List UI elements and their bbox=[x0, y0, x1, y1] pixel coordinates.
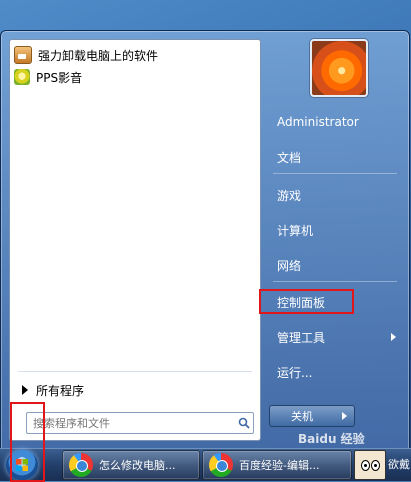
taskbar-button-label: 怎么修改电脑... bbox=[99, 459, 176, 472]
right-item-label: 控制面板 bbox=[277, 295, 326, 310]
all-programs-label: 所有程序 bbox=[36, 383, 85, 398]
all-programs-button[interactable]: 所有程序 bbox=[22, 380, 84, 400]
start-menu: 强力卸载电脑上的软件 PPS影音 所有程序 Administrator 文档 bbox=[0, 30, 410, 450]
right-item-games[interactable]: 游戏 bbox=[269, 183, 404, 207]
taskbar-button-label: 百度经验-编辑... bbox=[239, 459, 320, 472]
right-pane-divider bbox=[273, 173, 397, 174]
eye-icon bbox=[371, 460, 380, 471]
user-name-link[interactable]: Administrator bbox=[269, 110, 404, 134]
user-name: Administrator bbox=[277, 115, 359, 129]
start-menu-left-pane: 强力卸载电脑上的软件 PPS影音 所有程序 bbox=[9, 39, 261, 441]
shutdown-options-button[interactable] bbox=[334, 405, 355, 427]
submenu-arrow-icon bbox=[391, 333, 396, 341]
right-item-control-panel[interactable]: 控制面板 bbox=[269, 290, 404, 314]
left-pane-divider bbox=[18, 371, 252, 372]
start-button[interactable] bbox=[6, 450, 38, 480]
eye-icon bbox=[361, 460, 370, 471]
triangle-right-icon bbox=[22, 385, 28, 395]
windows-logo-icon bbox=[16, 459, 28, 471]
chevron-right-icon bbox=[341, 412, 347, 420]
user-avatar[interactable] bbox=[310, 39, 368, 97]
right-item-documents[interactable]: 文档 bbox=[269, 145, 404, 169]
right-item-label: 运行... bbox=[277, 365, 313, 380]
pinned-item-label: PPS影音 bbox=[36, 70, 83, 85]
taskbar-button-2[interactable]: 百度经验-编辑... bbox=[202, 450, 352, 480]
taskbar-button-1[interactable]: 怎么修改电脑... bbox=[62, 450, 200, 480]
shutdown-label: 关机 bbox=[291, 410, 313, 423]
right-item-network[interactable]: 网络 bbox=[269, 253, 404, 277]
taskbar-last-label: 欲戴 bbox=[388, 458, 410, 471]
right-item-label: 计算机 bbox=[277, 223, 314, 238]
right-item-run[interactable]: 运行... bbox=[269, 360, 404, 384]
shutdown-button[interactable]: 关机 bbox=[269, 405, 335, 427]
right-pane-divider bbox=[273, 281, 397, 282]
right-item-admin-tools[interactable]: 管理工具 bbox=[269, 325, 404, 349]
pinned-item-pps[interactable]: PPS影音 bbox=[14, 66, 254, 88]
right-item-label: 文档 bbox=[277, 150, 302, 165]
search-input[interactable] bbox=[27, 414, 235, 432]
search-icon[interactable] bbox=[235, 414, 253, 432]
pinned-item-label: 强力卸载电脑上的软件 bbox=[38, 48, 159, 63]
search-box[interactable] bbox=[26, 412, 254, 434]
chrome-like-browser-icon bbox=[209, 453, 233, 477]
right-item-computer[interactable]: 计算机 bbox=[269, 218, 404, 242]
right-item-label: 管理工具 bbox=[277, 330, 326, 345]
right-item-label: 网络 bbox=[277, 258, 302, 273]
uninstall-app-icon bbox=[14, 46, 32, 64]
right-item-label: 游戏 bbox=[277, 188, 302, 203]
chrome-like-browser-icon bbox=[69, 453, 93, 477]
taskbar-avatar-icon[interactable] bbox=[354, 450, 386, 480]
watermark: Baidu 经验 bbox=[298, 432, 365, 446]
pinned-item-uninstaller[interactable]: 强力卸载电脑上的软件 bbox=[14, 44, 254, 66]
pps-app-icon bbox=[14, 69, 30, 85]
